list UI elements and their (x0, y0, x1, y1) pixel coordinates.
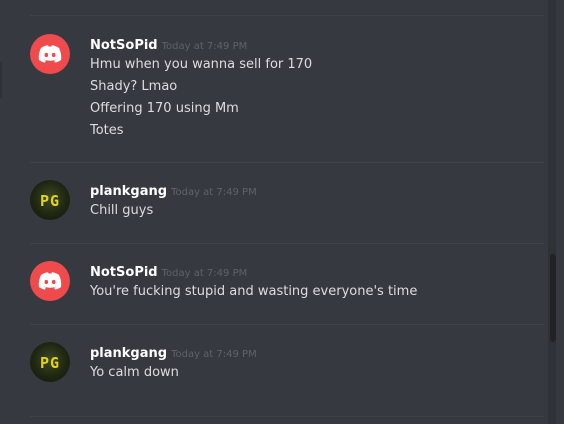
message-header: NotSoPid Today at 7:49 PM (90, 34, 544, 54)
username[interactable]: NotSoPid (90, 38, 158, 53)
discord-logo-icon (38, 272, 62, 290)
user-avatar[interactable]: PG (30, 180, 70, 220)
username[interactable]: plankgang (90, 184, 167, 199)
chat-messages-pane: NotSoPid Today at 7:49 PM Hmu when you wa… (0, 0, 564, 424)
user-avatar[interactable] (30, 261, 70, 301)
message-divider (30, 243, 544, 244)
message-header: plankgang Today at 7:49 PM (90, 180, 544, 200)
scrollbar-thumb[interactable] (550, 254, 556, 342)
message-divider (30, 15, 544, 16)
username[interactable]: NotSoPid (90, 265, 158, 280)
message-text: Yo calm down (90, 365, 179, 380)
message-divider (30, 324, 544, 325)
message-content: plankgang Today at 7:49 PM Yo calm down (90, 342, 544, 384)
pg-avatar-icon: PG (39, 354, 61, 372)
message-header: plankgang Today at 7:49 PM (90, 342, 544, 362)
timestamp: Today at 7:49 PM (171, 349, 257, 360)
message-content: NotSoPid Today at 7:49 PM Hmu when you wa… (90, 34, 544, 142)
message-text: Offering 170 using Mm (90, 101, 239, 116)
timestamp: Today at 7:49 PM (161, 41, 248, 52)
message-text: Hmu when you wanna sell for 170 (90, 57, 313, 72)
message-text: You're fucking stupid and wasting everyo… (90, 284, 418, 299)
message-divider (30, 416, 544, 417)
username[interactable]: plankgang (90, 346, 167, 361)
message-content: NotSoPid Today at 7:49 PM You're fucking … (90, 261, 544, 303)
message-text: Chill guys (90, 203, 154, 218)
user-avatar[interactable]: PG (30, 342, 70, 382)
message-text: Shady? Lmao (90, 79, 178, 94)
message-text: Totes (90, 123, 124, 138)
message-content: plankgang Today at 7:49 PM Chill guys (90, 180, 544, 222)
scrollbar-track[interactable] (548, 0, 556, 424)
user-avatar[interactable] (30, 34, 70, 74)
discord-logo-icon (38, 45, 62, 63)
message-divider (30, 162, 544, 163)
timestamp: Today at 7:49 PM (161, 268, 248, 279)
left-edge-handle (0, 62, 2, 98)
pg-avatar-icon: PG (39, 192, 61, 210)
timestamp: Today at 7:49 PM (171, 187, 257, 198)
message-header: NotSoPid Today at 7:49 PM (90, 261, 544, 281)
